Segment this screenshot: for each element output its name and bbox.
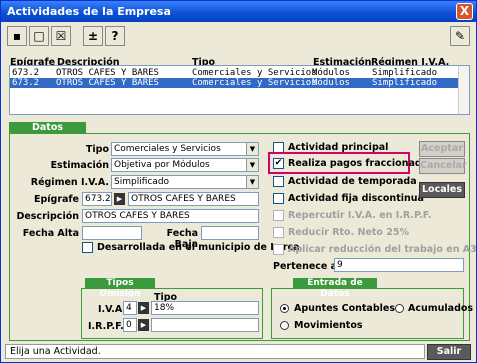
dialog-window: Actividades de la Empresa X ▪ □ ☒ ± ? ✎ … [0,0,477,363]
regimen-value: Simplificado [114,177,170,187]
cell-estimacion: Módulos [312,68,350,78]
fecha-alta-label: Fecha Alta [22,228,79,239]
cell-epigrafe: 673.2 [12,68,40,78]
list-row[interactable]: 673.2 OTROS CAFES Y BARES Comerciales y … [10,68,459,78]
descripcion-label: Descripción [16,211,79,222]
temporada-checkbox[interactable] [273,176,284,187]
discontinua-checkbox[interactable] [273,193,284,204]
repercutir-label: Repercutir I.V.A. en I.R.P.F. [288,210,432,221]
estimacion-select[interactable]: Objetiva por Módulos ▼ [111,158,259,172]
cell-regimen: Simplificado [372,78,438,88]
play-icon[interactable]: ▶ [138,319,149,331]
movimientos-label: Movimientos [294,320,363,331]
regimen-select[interactable]: Simplificado ▼ [111,175,259,189]
regimen-label: Régimen I.V.A. [30,177,109,188]
descripcion-input[interactable]: OTROS CAFES Y BARES [82,209,259,223]
cell-regimen: Simplificado [372,68,438,78]
acumulados-label: Acumulados [408,303,474,314]
epigrafe-desc-field: OTROS CAFES Y BARES [128,192,259,206]
estimacion-value: Objetiva por Módulos [114,160,210,170]
chevron-down-icon[interactable]: ▼ [246,143,258,155]
pertenece-input[interactable]: 9 [334,258,464,272]
movimientos-radio[interactable] [280,321,289,330]
plus-minus-icon[interactable]: ± [83,26,103,46]
cell-descripcion: OTROS CAFES Y BARES [56,68,159,78]
help-icon[interactable]: ? [105,26,125,46]
toolbar: ▪ □ ☒ ± ? ✎ [5,25,472,49]
locales-button[interactable]: Locales [419,182,465,198]
apuntes-label: Apuntes Contables [294,303,395,314]
temporada-label: Actividad de temporada [288,176,417,187]
cancelar-button[interactable]: Cancelar [419,158,467,174]
aceptar-button[interactable]: Aceptar [419,141,465,157]
cell-tipo: Comerciales y Servicios [192,78,317,88]
lorca-checkbox[interactable] [82,242,93,253]
epigrafe-label: Epígrafe [33,194,79,205]
activities-list[interactable]: 673.2 OTROS CAFES Y BARES Comerciales y … [9,65,470,115]
pertenece-label: Pertenece a [273,261,338,272]
aplicar-checkbox[interactable] [273,244,284,255]
salir-button[interactable]: Salir [427,344,471,360]
reducir-checkbox[interactable] [273,227,284,238]
aplicar-label: Aplicar reducción del trabajo en A3REN [288,244,477,255]
irpf-label: I.R.P.F. [88,321,124,332]
pagos-label: Realiza pagos fraccionados [288,158,434,169]
cell-estimacion: Módulos [312,78,350,88]
irpf-value-field [151,318,259,332]
edit-icon[interactable]: ▪ [7,26,27,46]
pagos-checkbox[interactable]: ✔ [273,158,284,169]
cell-descripcion: OTROS CAFES Y BARES [56,78,159,88]
irpf-code-input[interactable]: 0 [123,318,137,332]
iva-code-input[interactable]: 4 [123,301,137,315]
play-icon[interactable]: ▶ [138,302,149,314]
iva-label: I.V.A. [98,304,127,315]
cell-epigrafe: 673.2 [12,78,40,88]
tipo-value: Comerciales y Servicios [114,144,221,154]
repercutir-checkbox[interactable] [273,210,284,221]
status-bar: Elija una Actividad. [5,344,425,359]
reducir-label: Reducir Rto. Neto 25% [288,227,410,238]
list-scrollbar[interactable] [458,66,469,114]
acumulados-radio[interactable] [395,304,404,313]
delete-icon[interactable]: ☒ [51,26,71,46]
tipo-select[interactable]: Comerciales y Servicios ▼ [111,142,259,156]
title-bar: Actividades de la Empresa X [1,1,476,22]
cell-tipo: Comerciales y Servicios [192,68,317,78]
estimacion-label: Estimación [50,160,109,171]
wand-icon[interactable]: ✎ [450,26,470,46]
window-title: Actividades de la Empresa [7,5,171,18]
list-row-selected[interactable]: 673.2 OTROS CAFES Y BARES Comerciales y … [10,78,459,88]
new-icon[interactable]: □ [29,26,49,46]
epigrafe-code-input[interactable]: 673.2 [82,192,112,206]
fecha-alta-input[interactable] [82,226,142,240]
chevron-down-icon[interactable]: ▼ [246,159,258,171]
apuntes-radio[interactable] [280,304,289,313]
fecha-baja-input[interactable] [201,226,259,240]
iva-value-field: 18% [151,301,259,315]
play-icon[interactable]: ▶ [114,193,125,205]
lorca-label: Desarrollada en el municipio de Lorca [97,242,300,253]
discontinua-label: Actividad fija discontinua [288,193,424,204]
close-button[interactable]: X [456,3,473,20]
tipo-label: Tipo [85,144,109,155]
chevron-down-icon[interactable]: ▼ [246,176,258,188]
